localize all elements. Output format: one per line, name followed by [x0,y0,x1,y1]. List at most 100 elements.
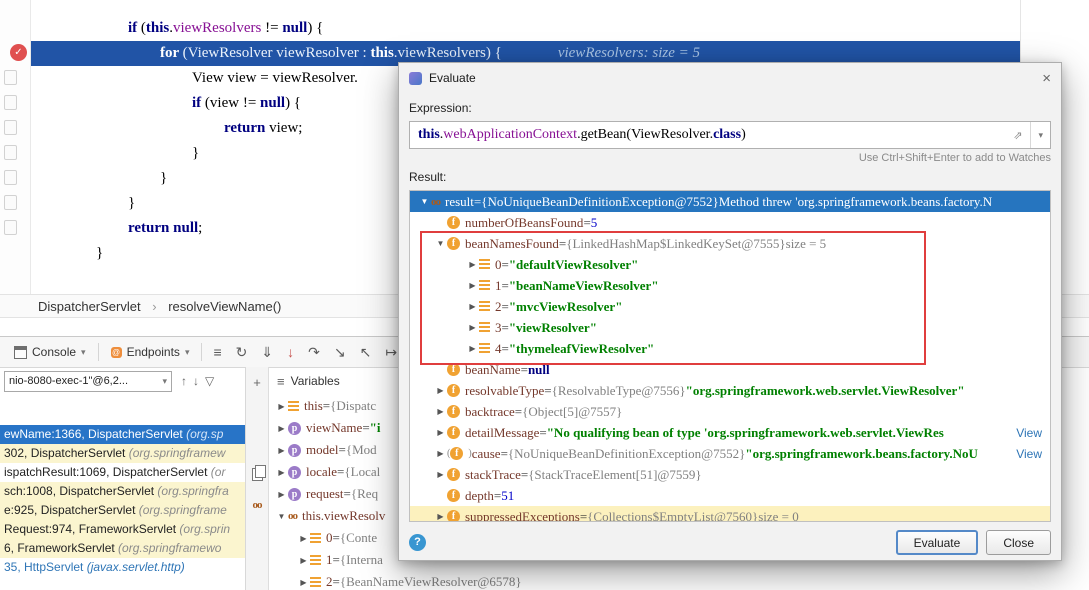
expression-history-icon[interactable]: ▾ [1030,122,1043,148]
view-link[interactable]: View [1016,447,1050,461]
rerun-icon[interactable]: ↻ [236,344,248,360]
thread-selector-value: nio-8080-exec-1"@6,2... [9,375,162,387]
result-tree-row[interactable]: ▶3 = "viewResolver" [410,317,1050,338]
breadcrumb-method[interactable]: resolveViewName() [168,299,281,314]
watch-result-icon: oo [431,196,440,208]
step-out-icon[interactable]: ↖ [360,344,372,360]
frame-row[interactable]: 6, FrameworkServlet (org.springframewo [0,539,245,558]
expand-editor-icon[interactable]: ⇗ [1013,129,1022,142]
parameter-icon: p [288,488,301,501]
chevron-icon[interactable]: ▼ [434,239,447,248]
close-button[interactable]: Close [986,530,1051,555]
frame-row[interactable]: 35, HttpServlet (javax.servlet.http) [0,558,245,577]
drop-frame-icon[interactable]: ↓ [287,344,294,360]
chevron-icon[interactable]: ▼ [418,197,431,206]
next-frame-icon[interactable]: ↓ [193,374,199,388]
close-icon[interactable]: × [1042,70,1051,87]
frame-row[interactable]: 302, DispatcherServlet (org.springframew [0,444,245,463]
array-element-icon [479,322,490,333]
breakpoint-icon[interactable]: ✓ [10,44,27,61]
array-element-icon [288,401,299,412]
result-tree-row[interactable]: ▶(f) cause = {NoUniqueBeanDefinitionExce… [410,443,1050,464]
variable-row[interactable]: ▶2 = {BeanNameViewResolver@6578} [269,571,1089,590]
frame-row[interactable]: ispatchResult:1069, DispatcherServlet (o… [0,463,245,482]
result-tree-row[interactable]: ▶2 = "mvcViewResolver" [410,296,1050,317]
breadcrumb-class[interactable]: DispatcherServlet [38,299,141,314]
chevron-icon[interactable]: ▶ [275,424,288,433]
chevron-icon[interactable]: ▶ [466,281,479,290]
chevron-icon[interactable]: ▼ [275,512,288,521]
field-icon: f [447,510,460,522]
chevron-down-icon: ▾ [185,347,190,358]
editor-gutter: ✓ [0,0,31,294]
gutter-marker [4,145,17,160]
tab-endpoints[interactable]: @ Endpoints ▾ [103,337,198,367]
step-into-icon[interactable]: ↘ [334,344,346,360]
chevron-icon[interactable]: ▶ [434,512,447,521]
array-element-icon [479,280,490,291]
help-icon[interactable]: ? [409,534,426,551]
chevron-icon[interactable]: ▶ [434,449,447,458]
watches-icon[interactable]: oo [253,499,262,511]
result-tree-row[interactable]: fbeanName = null [410,359,1050,380]
chevron-icon[interactable]: ▶ [434,470,447,479]
chevron-icon[interactable]: ▶ [275,446,288,455]
result-tree-row[interactable]: ▶fbacktrace = {Object[5]@7557} [410,401,1050,422]
result-tree-row[interactable]: ▶1 = "beanNameViewResolver" [410,275,1050,296]
result-tree-row[interactable]: fdepth = 51 [410,485,1050,506]
chevron-icon[interactable]: ▶ [297,578,310,587]
expression-value: this.webApplicationContext.getBean(ViewR… [410,127,1013,143]
parameter-icon: p [288,422,301,435]
expression-input[interactable]: this.webApplicationContext.getBean(ViewR… [409,121,1051,149]
result-tree-row[interactable]: ▶4 = "thymeleafViewResolver" [410,338,1050,359]
expression-label: Expression: [409,101,1051,117]
step-over-icon[interactable]: ↷ [308,344,320,360]
chevron-icon[interactable]: ▶ [275,468,288,477]
layout-settings-icon[interactable]: ≡ [213,344,221,360]
result-tree-row[interactable]: ▼fbeanNamesFound = {LinkedHashMap$Linked… [410,233,1050,254]
frame-row[interactable]: sch:1008, DispatcherServlet (org.springf… [0,482,245,501]
chevron-icon[interactable]: ▶ [275,490,288,499]
array-element-icon [479,301,490,312]
add-watch-icon[interactable]: + [253,375,261,390]
result-tree-row[interactable]: ▶fstackTrace = {StackTraceElement[51]@75… [410,464,1050,485]
step-to-line-icon[interactable]: ⇓ [261,344,273,360]
result-tree-row[interactable]: ▶0 = "defaultViewResolver" [410,254,1050,275]
thread-selector[interactable]: nio-8080-exec-1"@6,2... ▾ [4,371,172,392]
endpoints-icon: @ [111,347,122,358]
chevron-icon[interactable]: ▶ [297,534,310,543]
chevron-icon[interactable]: ▶ [297,556,310,565]
chevron-icon[interactable]: ▶ [434,386,447,395]
dialog-title-bar[interactable]: Evaluate × [399,63,1061,93]
tab-console[interactable]: Console ▾ [6,337,94,367]
chevron-icon[interactable]: ▶ [466,260,479,269]
previous-frame-icon[interactable]: ↑ [181,374,187,388]
array-element-icon [310,555,321,566]
run-to-cursor-icon[interactable]: ↦ [385,344,397,360]
frame-row[interactable]: ewName:1366, DispatcherServlet (org.sp [0,425,245,444]
evaluate-button[interactable]: Evaluate [896,530,979,555]
chevron-icon[interactable]: ▶ [466,344,479,353]
result-tree-row[interactable]: ▶fresolvableType = {ResolvableType@7556}… [410,380,1050,401]
view-link[interactable]: View [1016,426,1050,440]
chevron-icon[interactable]: ▶ [434,428,447,437]
chevron-icon[interactable]: ▶ [466,302,479,311]
gutter-marker [4,95,17,110]
result-tree-row[interactable]: ▶fsuppressedExceptions = {Collections$Em… [410,506,1050,522]
gutter-marker [4,195,17,210]
gutter-marker [4,70,17,85]
chevron-icon[interactable]: ▶ [434,407,447,416]
console-icon [14,346,27,359]
result-tree-row[interactable]: fnumberOfBeansFound = 5 [410,212,1050,233]
variables-menu-icon[interactable]: ≡ [277,374,285,389]
result-tree-row[interactable]: ▼ooresult = {NoUniqueBeanDefinitionExcep… [410,191,1050,212]
frame-row[interactable]: Request:974, FrameworkServlet (org.sprin [0,520,245,539]
chevron-icon[interactable]: ▶ [466,323,479,332]
frame-row[interactable]: e:925, DispatcherServlet (org.springfram… [0,501,245,520]
result-tree-row[interactable]: ▶fdetailMessage = "No qualifying bean of… [410,422,1050,443]
result-label: Result: [409,170,1051,186]
copy-icon[interactable] [252,468,263,481]
gutter-marker [4,170,17,185]
hide-frames-icon[interactable]: ▽ [205,374,214,388]
chevron-icon[interactable]: ▶ [275,402,288,411]
